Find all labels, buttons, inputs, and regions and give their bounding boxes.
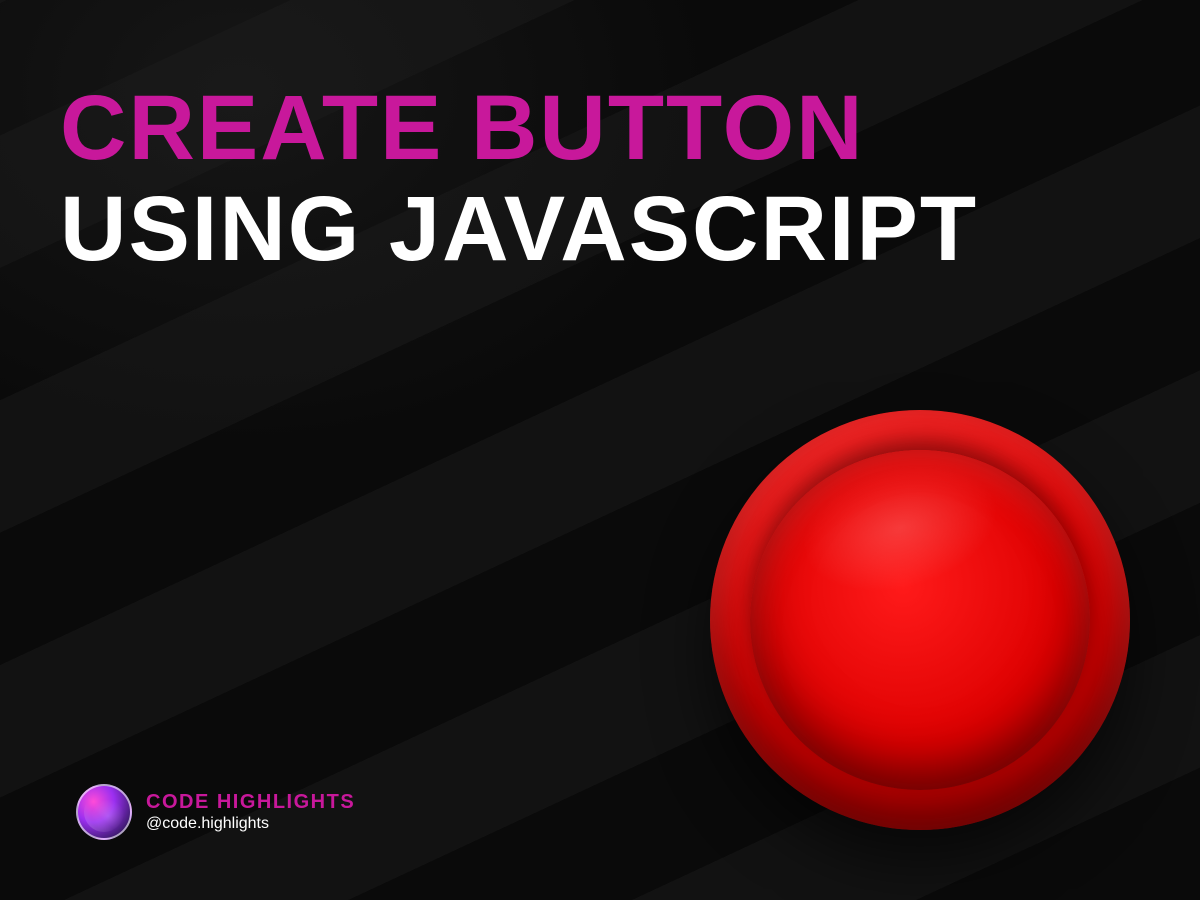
header-block: CREATE BUTTON USING JAVASCRIPT [0,0,1200,277]
avatar-icon [76,784,132,840]
title-line-1: CREATE BUTTON [60,80,1140,177]
social-handle: @code.highlights [146,814,355,833]
footer: CODE HIGHLIGHTS @code.highlights [76,784,355,840]
brand-name: CODE HIGHLIGHTS [146,790,355,814]
footer-text: CODE HIGHLIGHTS @code.highlights [146,790,355,833]
red-push-button-icon [710,410,1130,830]
title-line-2: USING JAVASCRIPT [60,181,1140,278]
